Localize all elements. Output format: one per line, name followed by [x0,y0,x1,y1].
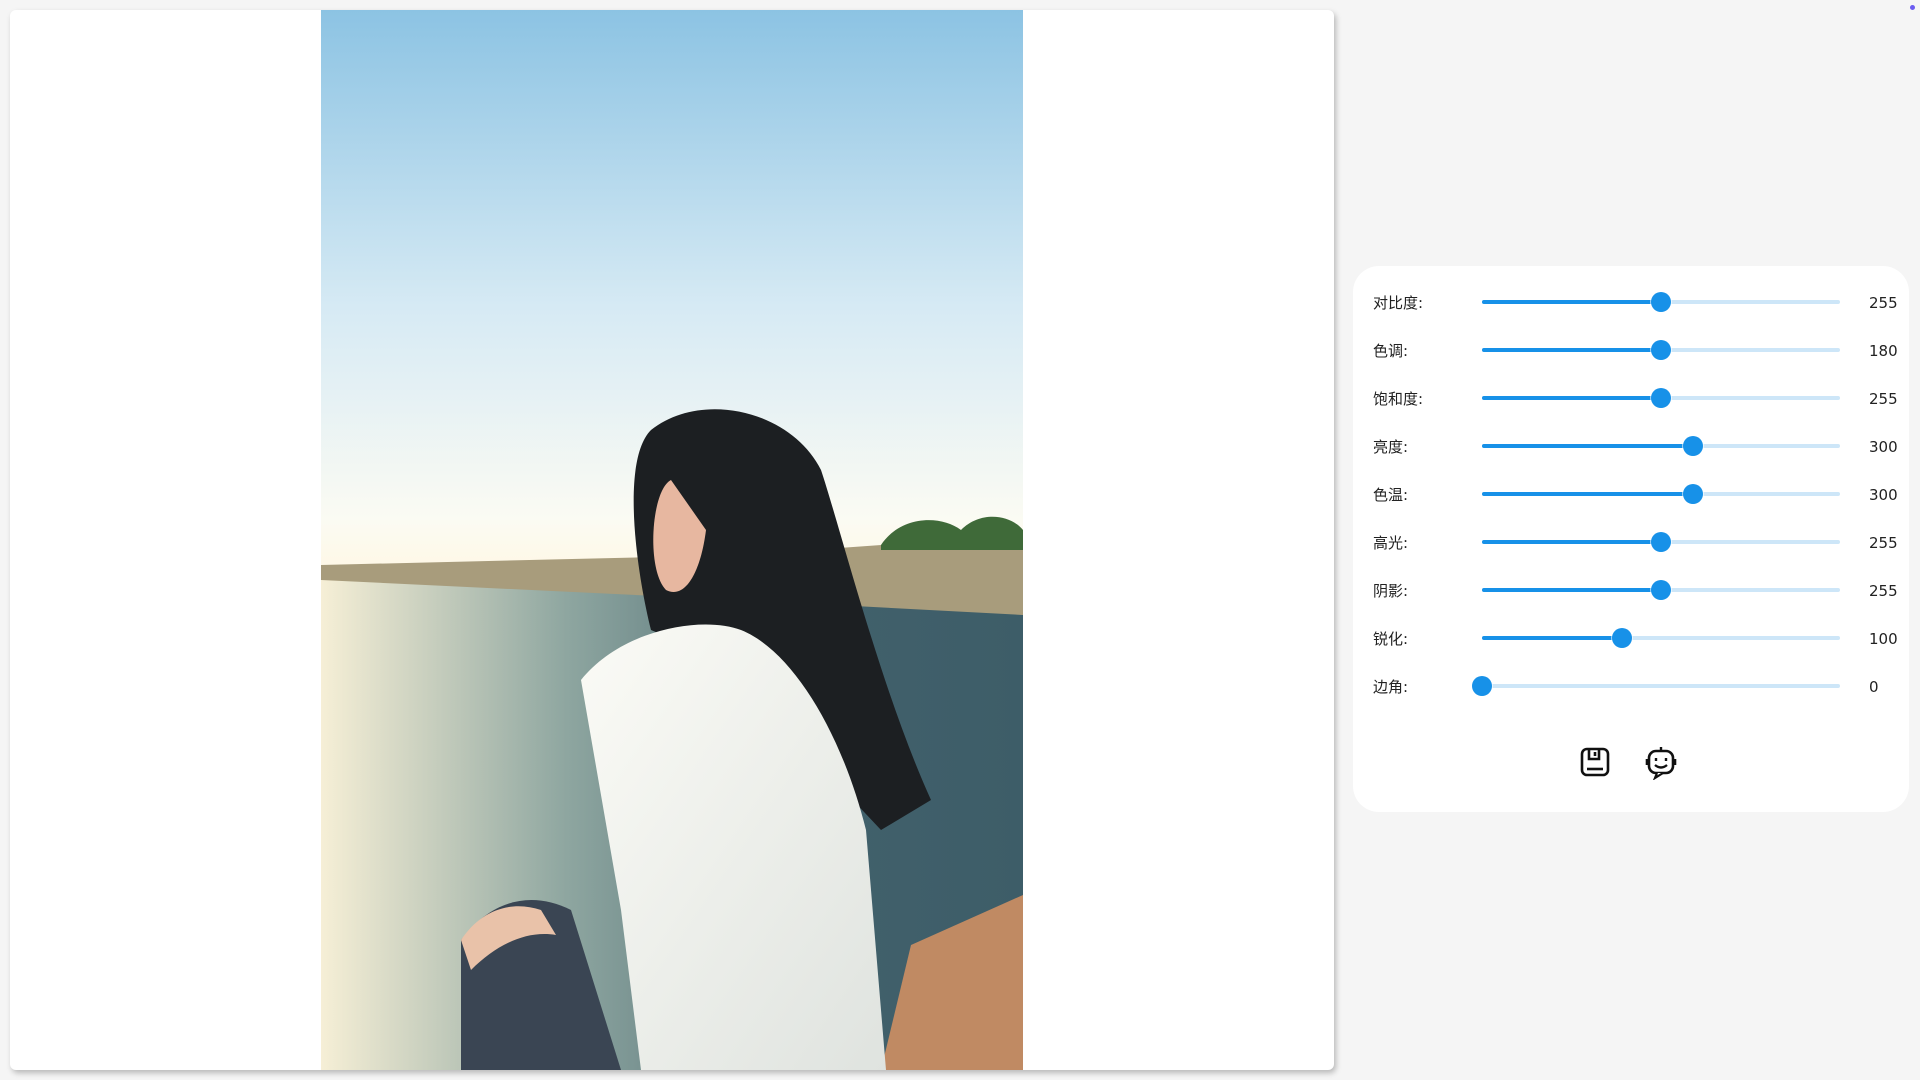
slider-label: 锐化: [1373,630,1409,648]
slider-label: 色调: [1373,342,1409,360]
slider-row: 边角: 0 [1373,671,1893,701]
slider-row: 阴影: 255 [1373,575,1898,605]
slider-thumb[interactable] [1612,628,1633,648]
robot-icon [1645,747,1677,780]
slider-label: 阴影: [1373,582,1409,600]
slider-value: 300 [1869,486,1898,504]
slider-row: 亮度: 300 [1373,431,1898,461]
preview-photo [321,10,1023,1070]
slider-fill [1482,444,1693,448]
slider-value: 300 [1869,438,1898,456]
slider-track[interactable] [1482,388,1840,408]
slider-thumb[interactable] [1682,436,1703,456]
slider-thumb[interactable] [1651,388,1671,408]
slider-value: 100 [1869,630,1898,648]
slider-fill [1482,348,1661,352]
auto-enhance-button[interactable] [1641,742,1681,782]
slider-value: 0 [1869,678,1879,696]
slider-value: 180 [1869,342,1898,360]
slider-row: 对比度: 255 [1373,287,1898,317]
slider-fill [1482,636,1623,640]
slider-fill [1482,540,1661,544]
image-canvas [10,10,1334,1070]
slider-track[interactable] [1482,292,1840,312]
save-button[interactable] [1575,742,1615,782]
save-icon [1580,747,1610,777]
slider-row: 锐化: 100 [1373,623,1898,653]
slider-track[interactable] [1482,532,1840,552]
slider-thumb[interactable] [1651,532,1671,552]
slider-fill [1482,300,1661,304]
slider-fill [1482,492,1693,496]
slider-thumb[interactable] [1651,580,1671,600]
slider-value: 255 [1869,390,1898,408]
slider-thumb[interactable] [1651,340,1671,360]
slider-value: 255 [1869,294,1898,312]
slider-fill [1482,588,1661,592]
slider-row: 色温: 300 [1373,479,1898,509]
slider-label: 对比度: [1373,294,1424,312]
slider-track[interactable] [1472,676,1840,696]
adjustment-panel: 对比度: 255 色调: 180 饱和度: 255 亮度: 300 色温: 300 高光: 255 阴影… [1353,266,1909,812]
slider-row: 高光: 255 [1373,527,1898,557]
slider-label: 亮度: [1373,438,1409,456]
slider-label: 边角: [1373,678,1409,696]
slider-fill [1482,396,1661,400]
slider-track[interactable] [1482,340,1840,360]
slider-label: 饱和度: [1373,390,1424,408]
slider-track[interactable] [1482,580,1840,600]
slider-label: 高光: [1373,534,1409,552]
slider-row: 饱和度: 255 [1373,383,1898,413]
slider-track[interactable] [1482,436,1840,456]
slider-value: 255 [1869,534,1898,552]
slider-value: 255 [1869,582,1898,600]
slider-track[interactable] [1482,484,1840,504]
slider-thumb[interactable] [1682,484,1703,504]
slider-thumb[interactable] [1651,292,1671,312]
slider-thumb[interactable] [1472,676,1492,696]
status-dot [1910,5,1915,10]
slider-track[interactable] [1482,628,1840,648]
slider-label: 色温: [1373,486,1409,504]
slider-row: 色调: 180 [1373,335,1898,365]
